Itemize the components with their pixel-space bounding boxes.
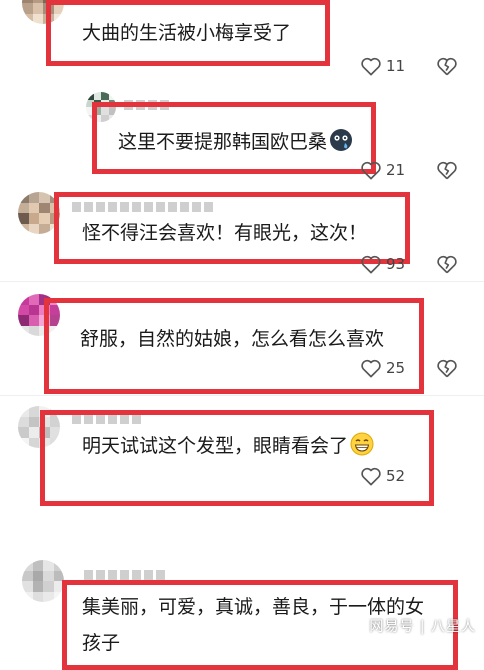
divider: [0, 281, 484, 282]
heart-icon: [360, 254, 382, 274]
dislike-button[interactable]: [436, 254, 458, 274]
heart-icon: [360, 160, 382, 180]
avatar[interactable]: [18, 406, 60, 448]
username[interactable]: [72, 202, 213, 212]
like-count: 52: [386, 467, 406, 485]
like-button[interactable]: 25: [360, 358, 405, 378]
like-count: 25: [386, 359, 406, 377]
comment-text: 明天试试这个发型，眼睛看会了: [82, 432, 374, 463]
watermark: 网易号 | 八星人: [369, 619, 476, 635]
like-button[interactable]: 11: [360, 56, 405, 76]
dislike-button[interactable]: [436, 56, 458, 76]
broken-heart-icon: [436, 56, 458, 76]
avatar[interactable]: [18, 294, 60, 336]
comment-text: 大曲的生活被小梅享受了: [82, 22, 292, 44]
comment-text: 怪不得汪会喜欢！有眼光，这次！: [82, 222, 368, 244]
comment-5: 明天试试这个发型，眼睛看会了 52: [0, 400, 484, 515]
broken-heart-icon: [436, 160, 458, 180]
heart-icon: [360, 56, 382, 76]
like-button[interactable]: 93: [360, 254, 405, 274]
comment-3: 怪不得汪会喜欢！有眼光，这次！ 93: [0, 186, 484, 281]
avatar[interactable]: [86, 92, 116, 122]
divider: [0, 395, 484, 396]
avatar[interactable]: [18, 192, 60, 234]
heart-icon: [360, 358, 382, 378]
like-count: 93: [386, 255, 406, 273]
username[interactable]: [124, 100, 169, 110]
grin-emoji-icon: [350, 432, 374, 463]
dizzy-emoji-icon: [329, 128, 353, 159]
username[interactable]: [84, 570, 165, 580]
avatar[interactable]: [22, 560, 64, 602]
dislike-button[interactable]: [436, 160, 458, 180]
heart-icon: [360, 466, 382, 486]
comment-1: 大曲的生活被小梅享受了 11: [0, 0, 484, 85]
dislike-button[interactable]: [436, 358, 458, 378]
avatar[interactable]: [22, 0, 64, 24]
broken-heart-icon: [436, 358, 458, 378]
comment-text: 舒服，自然的姑娘，怎么看怎么喜欢: [80, 328, 385, 350]
comment-2: 这里不要提那韩国欧巴桑 21: [0, 90, 484, 185]
like-count: 11: [386, 57, 406, 75]
like-button[interactable]: 52: [360, 466, 405, 486]
like-button[interactable]: 21: [360, 160, 405, 180]
like-count: 21: [386, 161, 406, 179]
broken-heart-icon: [436, 254, 458, 274]
comment-4: 舒服，自然的姑娘，怎么看怎么喜欢 25: [0, 288, 484, 394]
username[interactable]: [72, 414, 141, 424]
comment-text: 这里不要提那韩国欧巴桑: [118, 128, 353, 159]
